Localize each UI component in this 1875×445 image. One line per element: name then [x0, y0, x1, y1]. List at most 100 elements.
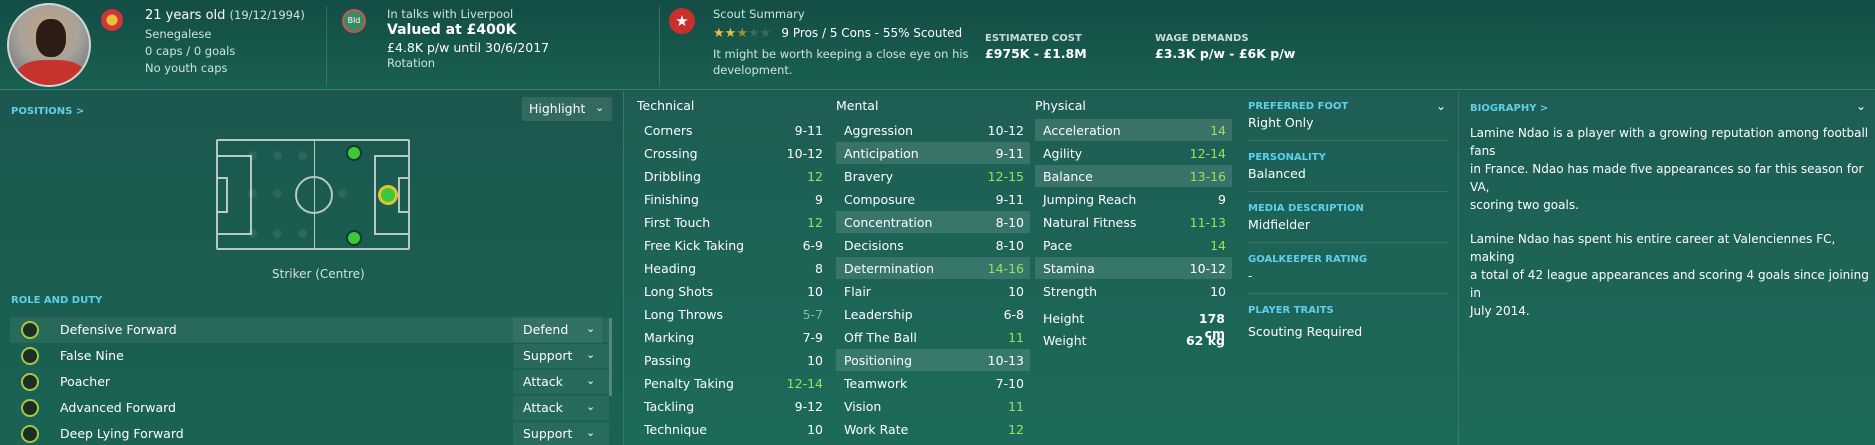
bio-line: a total of 42 league appearances and sco… [1470, 268, 1869, 300]
duty-dropdown[interactable]: Defend ⌄ [513, 318, 609, 342]
role-duty-label: ROLE AND DUTY [11, 295, 103, 306]
attribute-value: 10 [807, 353, 823, 368]
estimated-cost-label: ESTIMATED COST [985, 33, 1082, 44]
scout-pros-cons: 9 Pros / 5 Cons - 55% Scouted [781, 26, 963, 40]
wage-demands-label: WAGE DEMANDS [1155, 33, 1249, 44]
mental-attribute-row[interactable]: Determination 14-16 [836, 257, 1030, 279]
attribute-name: Positioning [844, 353, 912, 368]
chevron-down-icon[interactable]: ⌄ [1436, 99, 1446, 113]
attribute-name: Balance [1043, 169, 1093, 184]
attribute-value: 9-12 [794, 399, 823, 414]
wage-demands: £3.3K p/w - £6K p/w [1155, 46, 1296, 61]
mental-attribute-row[interactable]: Leadership 6-8 [836, 303, 1030, 325]
duty-label: Support [523, 426, 573, 441]
attribute-name: Vision [844, 399, 882, 414]
mental-attribute-row[interactable]: Composure 9-11 [836, 188, 1030, 210]
technical-attribute-row[interactable]: Heading 8 [636, 257, 829, 279]
physical-attribute-row[interactable]: Agility 12-14 [1035, 142, 1232, 164]
technical-attribute-row[interactable]: Free Kick Taking 6-9 [636, 234, 829, 256]
duty-dropdown[interactable]: Support ⌄ [513, 344, 609, 368]
technical-attribute-row[interactable]: Tackling 9-12 [636, 395, 829, 417]
attribute-value: 11 [1008, 399, 1024, 414]
attribute-value: 9 [815, 192, 823, 207]
mental-attribute-row[interactable]: Aggression 10-12 [836, 119, 1030, 141]
attribute-name: Anticipation [844, 146, 919, 161]
technical-attribute-row[interactable]: Passing 10 [636, 349, 829, 371]
technical-header: Technical [637, 98, 695, 113]
mental-attribute-row[interactable]: Bravery 12-15 [836, 165, 1030, 187]
technical-attribute-row[interactable]: Crossing 10-12 [636, 142, 829, 164]
mental-attribute-row[interactable]: Positioning 10-13 [836, 349, 1030, 371]
media-description: Midfielder [1248, 217, 1310, 232]
attribute-name: Long Throws [644, 307, 724, 322]
preferred-foot: Right Only [1248, 115, 1314, 130]
weight-value: 62 kg [1185, 333, 1225, 348]
physical-attribute-row[interactable]: Natural Fitness 11-13 [1035, 211, 1232, 233]
technical-attribute-row[interactable]: Finishing 9 [636, 188, 829, 210]
physical-attribute-row[interactable]: Stamina 10-12 [1035, 257, 1232, 279]
chevron-down-icon[interactable]: ⌄ [1856, 99, 1866, 113]
attribute-name: Strength [1043, 284, 1098, 299]
star-rating-icon: ★★ [713, 26, 737, 41]
attribute-value: 7-10 [995, 376, 1024, 391]
role-icon [21, 347, 39, 365]
role-row[interactable]: False Nine Support ⌄ [10, 343, 609, 369]
attribute-value: 9 [1218, 192, 1226, 207]
attribute-value: 9-11 [794, 123, 823, 138]
attribute-value: 7-9 [802, 330, 823, 345]
attribute-value: 9-11 [995, 192, 1024, 207]
pitch-diagram [216, 139, 410, 250]
physical-attribute-row[interactable]: Balance 13-16 [1035, 165, 1232, 187]
duty-dropdown[interactable]: Support ⌄ [513, 422, 609, 445]
biography-link[interactable]: BIOGRAPHY > [1470, 103, 1548, 114]
star-empty-icon: ★★ [747, 26, 772, 41]
biography-text: Lamine Ndao is a player with a growing r… [1470, 124, 1875, 320]
technical-attribute-row[interactable]: Dribbling 12 [636, 165, 829, 187]
personality-label: PERSONALITY [1248, 152, 1326, 163]
technical-attribute-row[interactable]: Corners 9-11 [636, 119, 829, 141]
attribute-name: Decisions [844, 238, 904, 253]
role-row[interactable]: Advanced Forward Attack ⌄ [10, 395, 609, 421]
mental-attribute-row[interactable]: Teamwork 7-10 [836, 372, 1030, 394]
attribute-value: 12-15 [987, 169, 1024, 184]
duty-dropdown[interactable]: Attack ⌄ [513, 370, 609, 394]
mental-attribute-row[interactable]: Concentration 8-10 [836, 211, 1030, 233]
physical-attribute-row[interactable]: Strength 10 [1035, 280, 1232, 302]
mental-attribute-row[interactable]: Decisions 8-10 [836, 234, 1030, 256]
mental-attribute-row[interactable]: Anticipation 9-11 [836, 142, 1030, 164]
technical-attribute-row[interactable]: Marking 7-9 [636, 326, 829, 348]
duty-label: Attack [523, 374, 563, 389]
highlight-dropdown[interactable]: Highlight ⌄ [522, 97, 612, 121]
physical-attribute-row[interactable]: Acceleration 14 [1035, 119, 1232, 141]
role-name: Defensive Forward [60, 322, 177, 337]
mental-attribute-row[interactable]: Work Rate 12 [836, 418, 1030, 440]
mental-attribute-row[interactable]: Off The Ball 11 [836, 326, 1030, 348]
positions-link[interactable]: POSITIONS > [11, 106, 84, 117]
technical-attribute-row[interactable]: Penalty Taking 12-14 [636, 372, 829, 394]
bio-line: Lamine Ndao has spent his entire career … [1470, 232, 1836, 264]
attribute-value: 10 [807, 284, 823, 299]
role-name: False Nine [60, 348, 124, 363]
role-row[interactable]: Deep Lying Forward Support ⌄ [10, 421, 609, 445]
bio-line: Lamine Ndao is a player with a growing r… [1470, 126, 1869, 158]
technical-attribute-row[interactable]: Technique 10 [636, 418, 829, 440]
mental-attribute-row[interactable]: Flair 10 [836, 280, 1030, 302]
technical-attribute-row[interactable]: Long Shots 10 [636, 280, 829, 302]
attribute-name: Natural Fitness [1043, 215, 1137, 230]
physical-attribute-row[interactable]: Jumping Reach 9 [1035, 188, 1232, 210]
role-row[interactable]: Poacher Attack ⌄ [10, 369, 609, 395]
role-row[interactable]: Defensive Forward Defend ⌄ [10, 317, 609, 343]
scrollbar[interactable] [609, 318, 612, 396]
mental-attribute-row[interactable]: Vision 11 [836, 395, 1030, 417]
physical-header: Physical [1035, 98, 1086, 113]
attribute-name: Passing [644, 353, 691, 368]
technical-attribute-row[interactable]: First Touch 12 [636, 211, 829, 233]
attribute-value: 14 [1210, 123, 1226, 138]
player-nationality: Senegalese [145, 27, 212, 41]
technical-attribute-row[interactable]: Long Throws 5-7 [636, 303, 829, 325]
physical-attribute-row[interactable]: Pace 14 [1035, 234, 1232, 256]
bio-line: scoring two goals. [1470, 198, 1579, 212]
attribute-value: 8 [815, 261, 823, 276]
attribute-value: 6-9 [802, 238, 823, 253]
duty-dropdown[interactable]: Attack ⌄ [513, 396, 609, 420]
